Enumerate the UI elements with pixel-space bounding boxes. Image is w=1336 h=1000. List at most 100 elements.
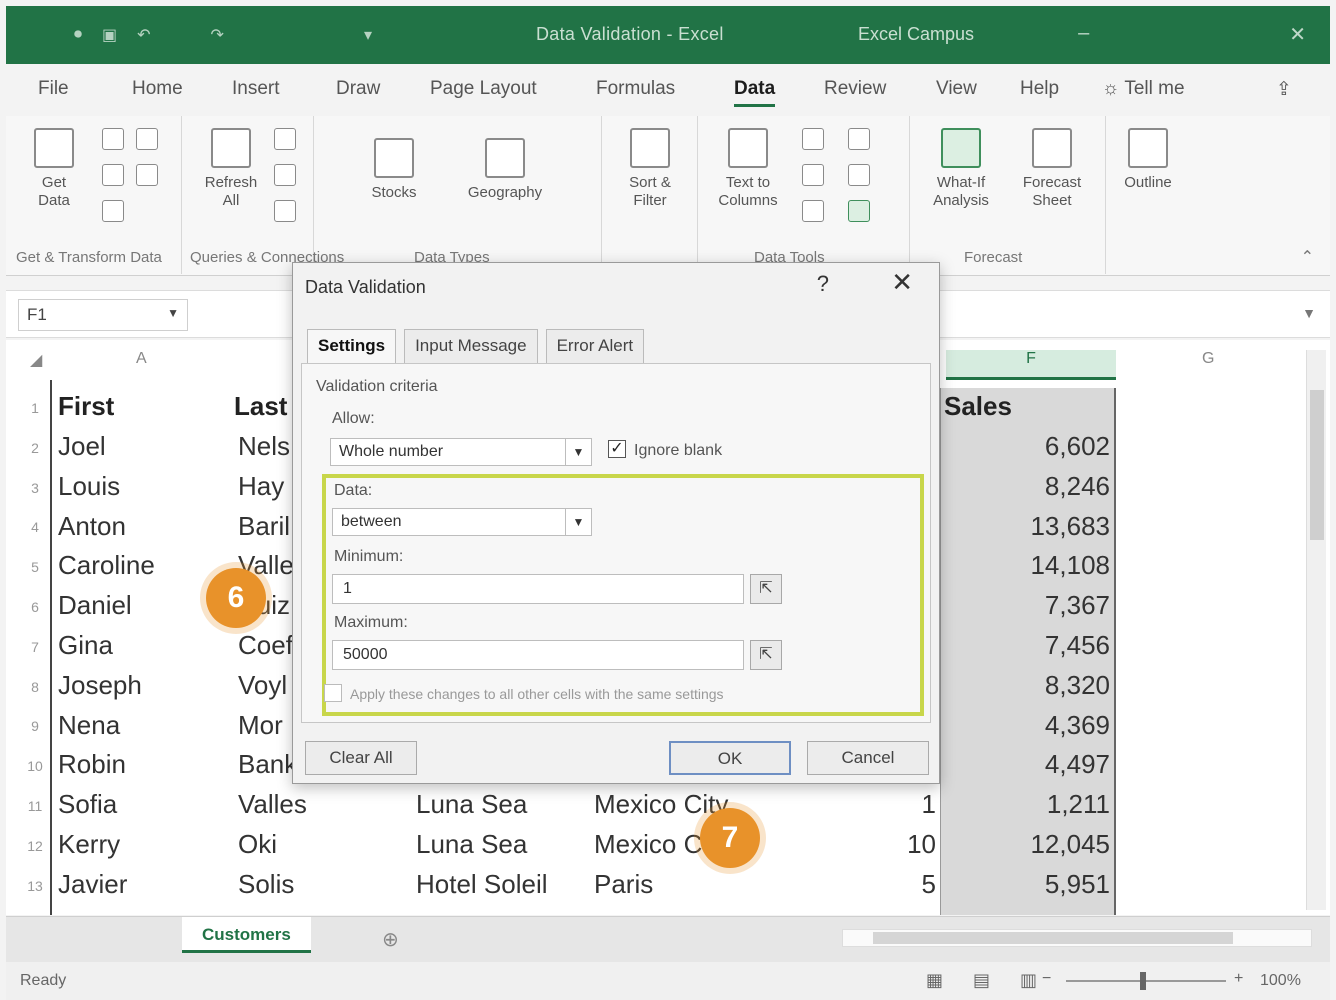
queries-icon[interactable] [274, 128, 296, 150]
tab-page-layout[interactable]: Page Layout [430, 78, 537, 100]
cell-sales[interactable]: 5,951 [946, 864, 1110, 904]
cell-sales[interactable]: 8,320 [946, 665, 1110, 705]
cell-sales[interactable]: 1,211 [946, 784, 1110, 824]
cell-resort[interactable]: Hotel Soleil [416, 864, 548, 904]
tab-home[interactable]: Home [132, 78, 183, 100]
chevron-down-icon[interactable]: ▼ [565, 439, 591, 465]
col-header-a[interactable]: A [136, 350, 166, 380]
range-select-icon[interactable]: ⇱ [750, 640, 782, 670]
cell-last[interactable]: Oki [238, 824, 277, 864]
tab-data[interactable]: Data [734, 78, 776, 107]
col-header-f[interactable]: F [946, 350, 1116, 380]
cell-nights[interactable]: 5 [874, 864, 936, 904]
what-if-button[interactable]: What-If Analysis [916, 128, 1006, 210]
data-validation-icon[interactable] [802, 200, 824, 222]
cell-last[interactable]: Hay [238, 466, 284, 506]
chevron-down-icon[interactable]: ▼ [565, 509, 591, 535]
cell-last[interactable]: Valles [238, 784, 307, 824]
text-to-columns-button[interactable]: Text to Columns [706, 128, 790, 210]
tab-help[interactable]: Help [1020, 78, 1059, 100]
cell-last[interactable]: Mor [238, 705, 283, 745]
share-icon[interactable]: ⇪ [1276, 78, 1292, 101]
help-icon[interactable]: ? [817, 271, 829, 297]
cell-city[interactable]: Paris [594, 864, 653, 904]
cell-sales[interactable]: 8,246 [946, 466, 1110, 506]
from-table-icon[interactable] [102, 164, 124, 186]
cell-first[interactable]: Javier [58, 864, 127, 904]
cell-last[interactable]: Baril [238, 506, 290, 546]
tab-input-message[interactable]: Input Message [404, 329, 538, 363]
cell-first[interactable]: Sofia [58, 784, 117, 824]
zoom-slider[interactable] [1066, 980, 1226, 982]
cell-first[interactable]: Louis [58, 466, 120, 506]
remove-duplicates-icon[interactable] [802, 164, 824, 186]
page-layout-view-icon[interactable]: ▤ [973, 970, 990, 991]
cell-last[interactable]: Solis [238, 864, 294, 904]
cell-resort[interactable]: Luna Sea [416, 824, 527, 864]
geography-button[interactable]: Geography [450, 138, 560, 202]
flash-fill-icon[interactable] [802, 128, 824, 150]
row-number[interactable]: 7 [20, 627, 50, 667]
cell-first[interactable]: Daniel [58, 585, 132, 625]
row-number[interactable]: 14 [20, 905, 50, 915]
maximum-input[interactable]: 50000 [332, 640, 744, 670]
range-select-icon[interactable]: ⇱ [750, 574, 782, 604]
row-number[interactable]: 9 [20, 706, 50, 746]
recent-sources-icon[interactable] [136, 164, 158, 186]
zoom-out-icon[interactable]: − [1042, 970, 1051, 988]
horizontal-scrollbar[interactable] [842, 929, 1312, 947]
properties-icon[interactable] [274, 164, 296, 186]
refresh-all-button[interactable]: Refresh All [196, 128, 266, 210]
stocks-button[interactable]: Stocks [354, 138, 434, 202]
hscroll-thumb[interactable] [873, 932, 1233, 944]
cell-last[interactable]: Bank [238, 744, 297, 784]
cell-sales[interactable]: 13,683 [946, 506, 1110, 546]
cell-last[interactable]: Coef [238, 625, 293, 665]
redo-icon[interactable]: ↷ [211, 25, 224, 45]
get-data-button[interactable]: Get Data [24, 128, 84, 210]
user-name[interactable]: Excel Campus [858, 24, 974, 45]
vertical-scrollbar[interactable] [1306, 350, 1326, 910]
chevron-down-icon[interactable]: ▼ [167, 306, 179, 320]
sheet-tab-customers[interactable]: Customers [182, 917, 311, 953]
add-sheet-icon[interactable]: ⊕ [382, 927, 399, 952]
cell-sales-header[interactable]: Sales [944, 386, 1012, 426]
cell-sales[interactable]: 7,456 [946, 625, 1110, 665]
cell-sales[interactable]: 12,045 [946, 824, 1110, 864]
ok-button[interactable]: OK [669, 741, 791, 775]
from-web-icon[interactable] [136, 128, 158, 150]
cell-first-header[interactable]: First [58, 386, 114, 426]
sort-filter-button[interactable]: Sort & Filter [612, 128, 688, 210]
clear-all-button[interactable]: Clear All [305, 741, 417, 775]
tab-file[interactable]: File [38, 78, 69, 100]
row-number[interactable]: 8 [20, 667, 50, 707]
collapse-ribbon-icon[interactable]: ⌃ [1301, 247, 1314, 267]
cell-first[interactable]: Robin [58, 744, 126, 784]
cell-first[interactable]: Anton [58, 506, 126, 546]
cancel-button[interactable]: Cancel [807, 741, 929, 775]
cell-first[interactable]: Joseph [58, 665, 142, 705]
cell-nights[interactable]: 1 [874, 784, 936, 824]
cell-first[interactable]: Joel [58, 426, 106, 466]
row-number[interactable]: 13 [20, 866, 50, 906]
tab-error-alert[interactable]: Error Alert [545, 329, 645, 363]
save-icon[interactable]: ▣ [102, 25, 117, 45]
cell-sales[interactable]: 14,108 [946, 545, 1110, 585]
cell-sales[interactable]: 4,497 [946, 744, 1110, 784]
tab-draw[interactable]: Draw [336, 78, 380, 100]
expand-formula-icon[interactable]: ▼ [1302, 305, 1316, 321]
row-number[interactable]: 4 [20, 507, 50, 547]
ignore-blank-checkbox[interactable]: ✓ [608, 440, 626, 458]
tab-insert[interactable]: Insert [232, 78, 280, 100]
outline-button[interactable]: Outline [1112, 128, 1184, 192]
cell-first[interactable]: Gina [58, 625, 113, 665]
cell-first[interactable]: Nena [58, 705, 120, 745]
row-number[interactable]: 12 [20, 826, 50, 866]
relationships-icon[interactable] [848, 164, 870, 186]
consolidate-icon[interactable] [848, 128, 870, 150]
tab-settings[interactable]: Settings [307, 329, 397, 363]
minimize-icon[interactable]: – [1078, 22, 1089, 47]
row-number[interactable]: 5 [20, 547, 50, 587]
undo-icon[interactable]: ↶ [137, 25, 150, 45]
zoom-in-icon[interactable]: + [1234, 970, 1243, 988]
